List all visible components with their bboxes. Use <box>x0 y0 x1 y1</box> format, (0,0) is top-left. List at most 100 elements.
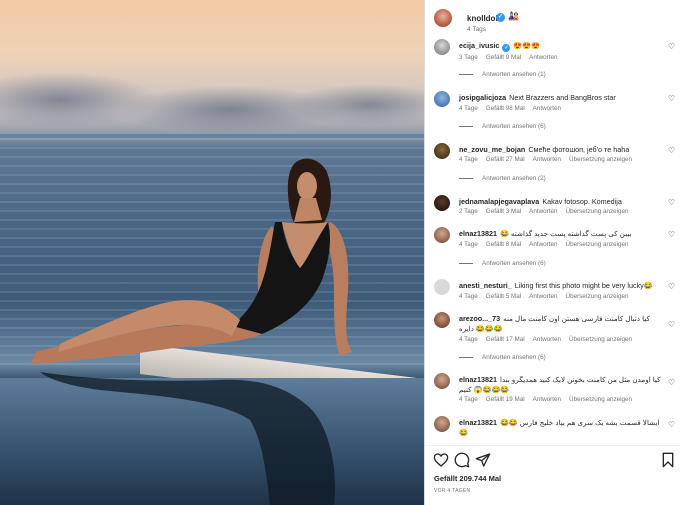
view-replies[interactable]: Antworten ansehen (6) <box>459 260 546 267</box>
translate-button[interactable]: Übersetzung anzeigen <box>569 156 632 163</box>
comment-age: 4 Tage <box>459 241 478 248</box>
comment-text: elnaz13821 😂😂 ایشالا قسمت بشه یک سری هم ب… <box>459 418 664 438</box>
comment-body: Kakav fotosop. Komedija <box>542 197 622 206</box>
heart-icon[interactable]: ♡ <box>668 231 676 239</box>
comment-meta: 4 Tage Gefällt 27 Mal Antworten Übersetzung… <box>459 156 640 163</box>
comment-text: anesti_nesturi_ Liking first this photo m… <box>459 281 664 291</box>
comment-text: ne_zovu_me_bojan Смећe фотошоп, јеб'о те … <box>459 145 664 155</box>
comment-meta: 4 Tage Gefällt 19 Mal Antworten Übersetzung… <box>459 396 640 403</box>
comment-avatar[interactable] <box>434 416 450 432</box>
reply-button[interactable]: Antworten <box>533 396 561 403</box>
heart-icon[interactable]: ♡ <box>668 199 676 207</box>
comment-text: jednamalapjegavaplava Kakav fotosop. Kome… <box>459 197 664 207</box>
comment-avatar[interactable] <box>434 279 450 295</box>
reply-button[interactable]: Antworten <box>529 54 557 61</box>
comment-user[interactable]: elnaz13821 <box>459 418 497 427</box>
comments-panel: knolldoll ✓ 🎎 4 Tags ecija_ivusic ✓ 😍😍😍 ♡ … <box>424 0 680 505</box>
author-name[interactable]: knolldoll <box>467 14 500 23</box>
comment-text: elnaz13821 کیا اومدن مثل من کامنت بخونن ل… <box>459 375 664 395</box>
verified-icon: ✓ <box>502 44 511 52</box>
comment-text: arezoo..._73 کیا دنبال کامنت فارسی هستن ا… <box>459 314 664 334</box>
comment-avatar[interactable] <box>434 227 450 243</box>
comment-likes[interactable]: Gefällt 27 Mal <box>486 156 525 163</box>
reply-button[interactable]: Antworten <box>529 241 557 248</box>
woman-figure <box>30 158 352 505</box>
translate-button[interactable]: Übersetzung anzeigen <box>569 396 632 403</box>
view-replies[interactable]: Antworten ansehen (1) <box>459 71 546 78</box>
comment-age: 2 Tage <box>459 208 478 215</box>
comment-likes[interactable]: Gefällt 19 Mal <box>486 396 525 403</box>
view-replies[interactable]: Antworten ansehen (2) <box>459 175 546 182</box>
heart-icon[interactable]: ♡ <box>668 379 676 387</box>
likes-count[interactable]: Gefällt 209.744 Mal <box>434 474 501 483</box>
heart-icon[interactable]: ♡ <box>668 283 676 291</box>
comment-text: ecija_ivusic ✓ 😍😍😍 <box>459 41 664 52</box>
view-replies[interactable]: Antworten ansehen (6) <box>459 123 546 130</box>
comment-meta: 4 Tage Gefällt 8 Mal Antworten Übersetzung … <box>459 241 637 248</box>
reply-button[interactable]: Antworten <box>533 105 561 112</box>
comment-user[interactable]: arezoo..._73 <box>459 314 500 323</box>
heart-icon[interactable]: ♡ <box>668 95 676 103</box>
comment-body: 😍😍😍 <box>513 41 541 50</box>
share-icon[interactable] <box>475 452 491 468</box>
translate-button[interactable]: Übersetzung anzeigen <box>566 208 629 215</box>
comment-body: 😂 بیبن کی پست گذاشته پست جدید گذاشته <box>499 229 632 238</box>
comment-likes[interactable]: Gefällt 5 Mal <box>486 293 521 300</box>
comment-text: josipgalicjoza Next Brazzers and BangBros… <box>459 93 664 103</box>
comment-meta: 4 Tage Gefällt 98 Mal Antworten <box>459 105 569 112</box>
comment-likes[interactable]: Gefällt 8 Mal <box>486 241 521 248</box>
comment-user[interactable]: elnaz13821 <box>459 229 497 238</box>
comment-likes[interactable]: Gefällt 98 Mal <box>486 105 525 112</box>
comment-user[interactable]: jednamalapjegavaplava <box>459 197 539 206</box>
comment-age: 4 Tage <box>459 156 478 163</box>
heart-icon[interactable]: ♡ <box>668 421 676 429</box>
comment-meta: 4 Tage Gefällt 17 Mal Antworten Übersetzung… <box>459 336 640 343</box>
translate-button[interactable]: Übersetzung anzeigen <box>566 241 629 248</box>
comment-age: 4 Tage <box>459 396 478 403</box>
comment-avatar[interactable] <box>434 373 450 389</box>
post-age: 4 Tags <box>467 26 487 33</box>
comment-likes[interactable]: Gefällt 9 Mal <box>486 54 521 61</box>
comment-body: Next Brazzers and BangBros star <box>509 93 616 102</box>
reply-button[interactable]: Antworten <box>529 293 557 300</box>
post-photo[interactable] <box>0 0 424 505</box>
comment-icon[interactable] <box>454 452 470 468</box>
comment-age: 3 Tage <box>459 54 478 61</box>
view-replies[interactable]: Antworten ansehen (6) <box>459 354 546 361</box>
comment-age: 4 Tage <box>459 293 478 300</box>
comment-meta: 3 Tage Gefällt 9 Mal Antworten <box>459 54 566 61</box>
reply-button[interactable]: Antworten <box>533 156 561 163</box>
comment-avatar[interactable] <box>434 143 450 159</box>
author-avatar[interactable] <box>434 9 452 27</box>
comment-age: 4 Tage <box>459 336 478 343</box>
post-header: knolldoll ✓ 🎎 4 Tags <box>433 6 673 34</box>
heart-icon[interactable]: ♡ <box>668 321 676 329</box>
heart-icon[interactable] <box>433 452 449 468</box>
post-timestamp: VOR 4 TAGEN <box>434 488 471 494</box>
comment-avatar[interactable] <box>434 312 450 328</box>
heart-icon[interactable]: ♡ <box>668 147 676 155</box>
comment-body: Liking first this photo might be very lu… <box>514 281 653 290</box>
comment-avatar[interactable] <box>434 91 450 107</box>
comment-user[interactable]: elnaz13821 <box>459 375 497 384</box>
bookmark-icon[interactable] <box>660 452 676 468</box>
translate-button[interactable]: Übersetzung anzeigen <box>566 293 629 300</box>
comment-body: Смећe фотошоп, јеб'о те haha <box>528 145 630 154</box>
heart-icon[interactable]: ♡ <box>668 43 676 51</box>
comment-user[interactable]: anesti_nesturi_ <box>459 281 512 290</box>
comment-avatar[interactable] <box>434 195 450 211</box>
comment-age: 4 Tage <box>459 105 478 112</box>
translate-button[interactable]: Übersetzung anzeigen <box>569 336 632 343</box>
comment-user[interactable]: ne_zovu_me_bojan <box>459 145 525 154</box>
reply-button[interactable]: Antworten <box>533 336 561 343</box>
comment-meta: 2 Tage Gefällt 3 Mal Antworten Übersetzung … <box>459 208 637 215</box>
comment-user[interactable]: josipgalicjoza <box>459 93 506 102</box>
comment-likes[interactable]: Gefällt 3 Mal <box>486 208 521 215</box>
comment-user[interactable]: ecija_ivusic <box>459 41 499 50</box>
comment-likes[interactable]: Gefällt 17 Mal <box>486 336 525 343</box>
action-bar: Gefällt 209.744 Mal VOR 4 TAGEN <box>425 445 680 505</box>
reply-button[interactable]: Antworten <box>529 208 557 215</box>
comment-text: elnaz13821 😂 بیبن کی پست گذاشته پست جدید … <box>459 229 664 239</box>
comment-avatar[interactable] <box>434 39 450 55</box>
verified-icon: ✓ <box>496 13 505 22</box>
